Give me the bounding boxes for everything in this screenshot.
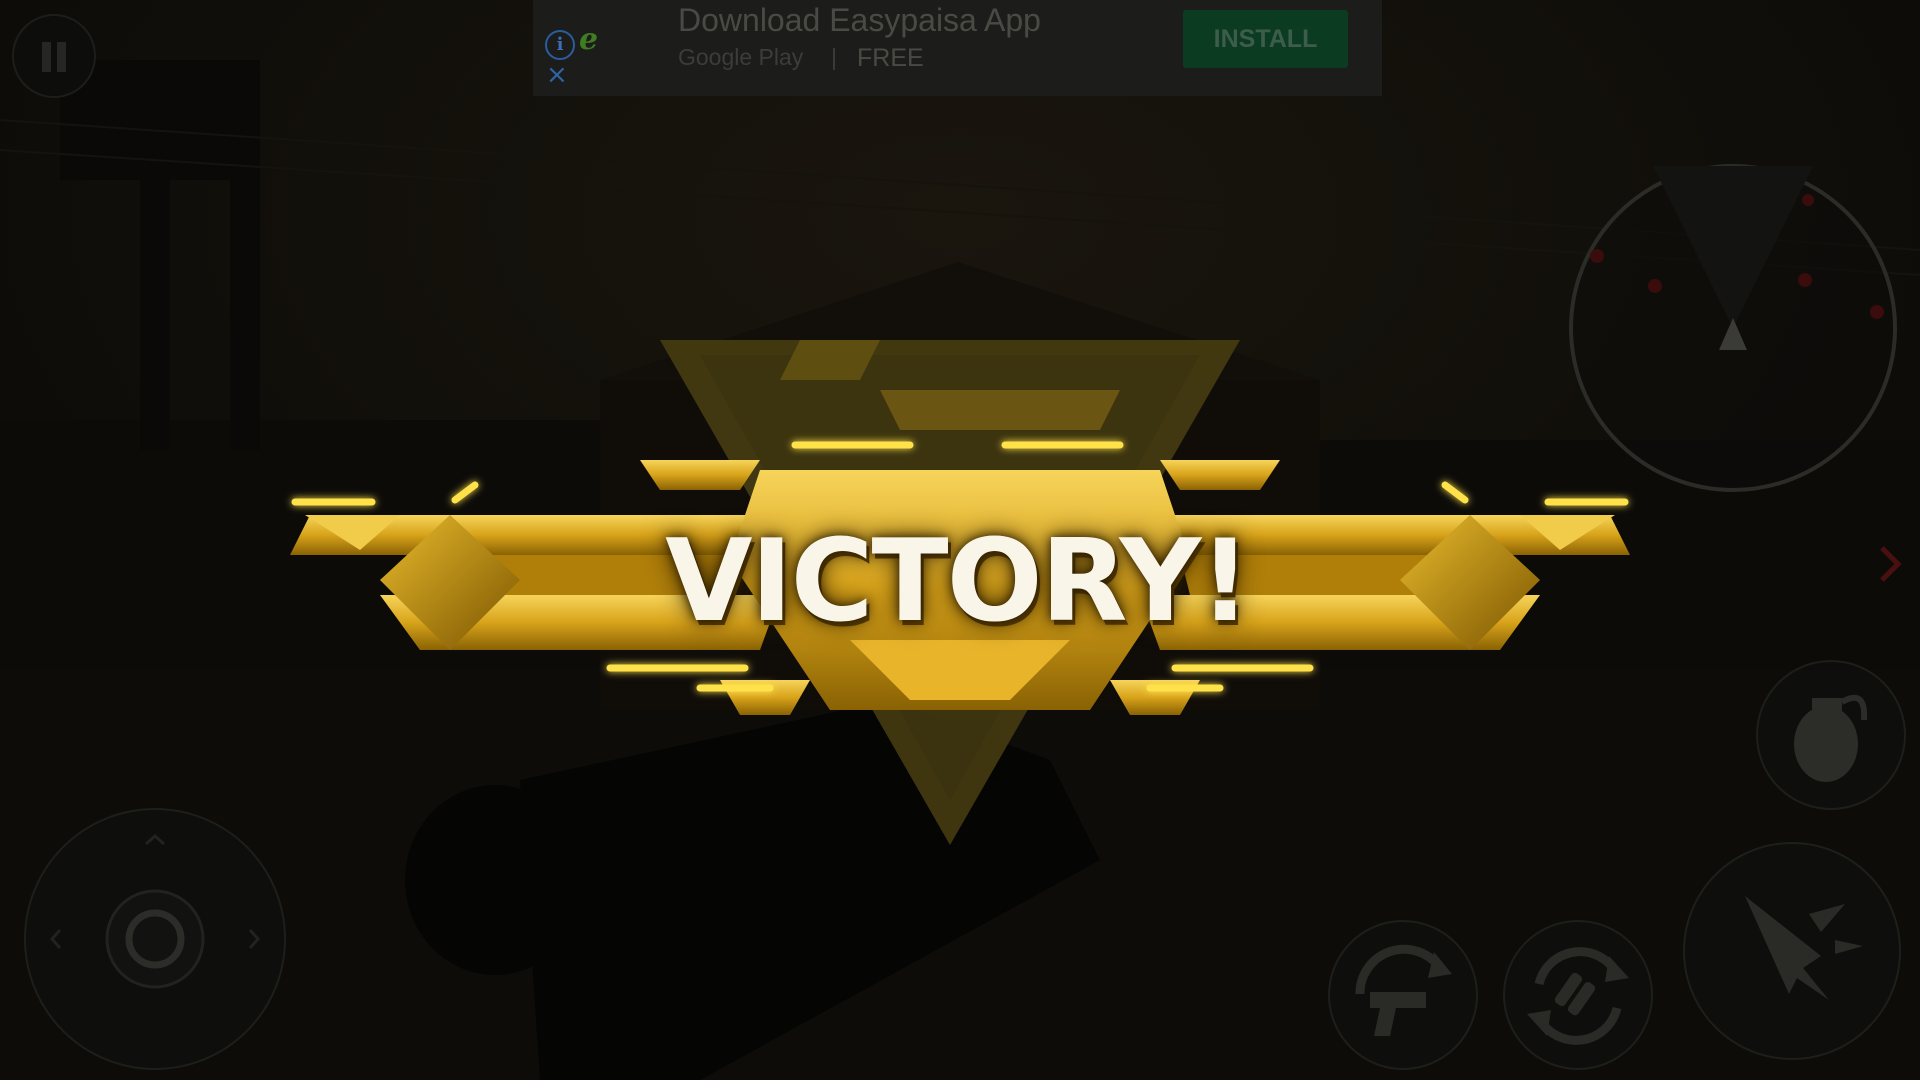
emblem-top-plate <box>880 390 1120 430</box>
left-upper-chevron <box>640 460 760 490</box>
victory-title: VICTORY! <box>665 515 1251 647</box>
game-scene: i × e Download Easypaisa App Google Play… <box>0 0 1920 1080</box>
right-upper-chevron <box>1160 460 1280 490</box>
